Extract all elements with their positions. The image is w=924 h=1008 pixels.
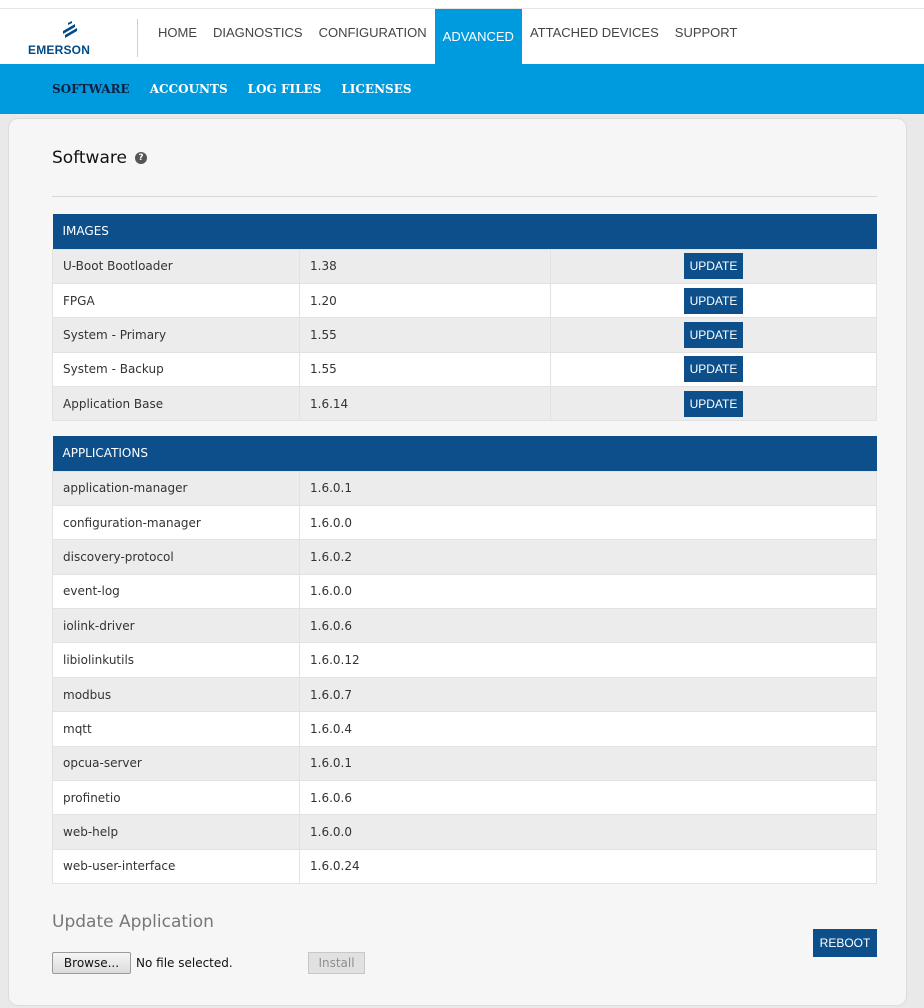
applications-row: web-user-interface 1.6.0.24 (52, 848, 877, 885)
update-button[interactable]: UPDATE (683, 253, 744, 280)
application-name: libiolinkutils (52, 642, 300, 678)
applications-row: libiolinkutils 1.6.0.12 (52, 642, 877, 678)
application-name: application-manager (52, 470, 300, 506)
images-header: IMAGES (52, 214, 877, 249)
nav-item-advanced[interactable]: ADVANCED (434, 9, 522, 65)
application-name: event-log (52, 573, 300, 610)
applications-row: event-log 1.6.0.0 (52, 573, 877, 610)
images-row: FPGA 1.20 UPDATE (52, 282, 877, 319)
question-circle-icon[interactable]: ? (134, 152, 147, 164)
applications-row: application-manager 1.6.0.1 (52, 470, 877, 506)
update-button[interactable]: UPDATE (683, 356, 744, 383)
image-action-cell: UPDATE (550, 351, 877, 388)
title-divider (52, 196, 877, 197)
image-version: 1.6.14 (299, 386, 551, 422)
application-version: 1.6.0.7 (299, 676, 877, 713)
nav-item-home[interactable]: HOME (150, 9, 205, 65)
image-action-cell: UPDATE (550, 386, 877, 422)
image-version: 1.38 (299, 248, 551, 284)
application-name: configuration-manager (52, 504, 300, 541)
applications-row: profinetio 1.6.0.6 (52, 780, 877, 816)
install-button[interactable]: Install (308, 952, 365, 974)
image-action-cell: UPDATE (550, 248, 877, 284)
nav-item-diagnostics[interactable]: DIAGNOSTICS (205, 9, 311, 65)
subnav-item-log-files[interactable]: LOG FILES (248, 82, 322, 96)
application-version: 1.6.0.0 (299, 504, 877, 541)
subnav-item-accounts[interactable]: ACCOUNTS (150, 82, 228, 96)
image-name: U-Boot Bootloader (52, 248, 300, 284)
applications-row: iolink-driver 1.6.0.6 (52, 608, 877, 644)
application-version: 1.6.0.4 (299, 711, 877, 747)
application-version: 1.6.0.0 (299, 573, 877, 610)
application-version: 1.6.0.1 (299, 745, 877, 782)
images-row: System - Backup 1.55 UPDATE (52, 351, 877, 388)
images-table: IMAGES U-Boot Bootloader 1.38 UPDATE FPGA 1.… (52, 214, 877, 422)
application-name: mqtt (52, 711, 300, 747)
image-version: 1.55 (299, 351, 551, 388)
subnav-item-licenses[interactable]: LICENSES (341, 82, 411, 96)
emerson-logo[interactable]: EMERSON (28, 21, 118, 57)
image-version: 1.20 (299, 282, 551, 319)
applications-row: mqtt 1.6.0.4 (52, 711, 877, 747)
application-version: 1.6.0.6 (299, 780, 877, 816)
applications-row: discovery-protocol 1.6.0.2 (52, 539, 877, 575)
main-nav: HOME DIAGNOSTICS CONFIGURATION ADVANCED ATTA… (150, 9, 745, 65)
application-name: web-user-interface (52, 848, 300, 885)
page-title: Software ? (52, 148, 147, 168)
browse-button[interactable]: Browse... (52, 952, 131, 974)
applications-row: modbus 1.6.0.7 (52, 676, 877, 713)
application-version: 1.6.0.0 (299, 814, 877, 850)
image-name: System - Backup (52, 351, 300, 388)
application-version: 1.6.0.2 (299, 539, 877, 575)
image-name: System - Primary (52, 317, 300, 353)
update-button[interactable]: UPDATE (683, 390, 744, 417)
application-name: web-help (52, 814, 300, 850)
update-button[interactable]: UPDATE (683, 321, 744, 348)
applications-header: APPLICATIONS (52, 436, 877, 471)
sub-nav: SOFTWARE ACCOUNTS LOG FILES LICENSES (52, 82, 432, 96)
image-name: Application Base (52, 386, 300, 422)
sub-navigation-bar: SOFTWARE ACCOUNTS LOG FILES LICENSES (0, 64, 924, 114)
images-row: U-Boot Bootloader 1.38 UPDATE (52, 248, 877, 284)
application-name: discovery-protocol (52, 539, 300, 575)
applications-table: APPLICATIONS application-manager 1.6.0.1 c… (52, 436, 877, 885)
nav-item-support[interactable]: SUPPORT (667, 9, 746, 65)
top-navigation-bar: EMERSON HOME DIAGNOSTICS CONFIGURATION ADVA… (0, 8, 924, 65)
application-name: iolink-driver (52, 608, 300, 644)
image-action-cell: UPDATE (550, 282, 877, 319)
file-status: No file selected. (136, 956, 233, 970)
application-name: modbus (52, 676, 300, 713)
application-version: 1.6.0.12 (299, 642, 877, 678)
images-row: Application Base 1.6.14 UPDATE (52, 386, 877, 422)
application-name: opcua-server (52, 745, 300, 782)
page-title-text: Software (52, 148, 127, 168)
brand-name: EMERSON (28, 43, 91, 57)
image-action-cell: UPDATE (550, 317, 877, 353)
logo-divider (137, 19, 138, 57)
applications-row: opcua-server 1.6.0.1 (52, 745, 877, 782)
subnav-item-software[interactable]: SOFTWARE (52, 82, 130, 96)
update-application-title: Update Application (52, 912, 214, 932)
applications-row: configuration-manager 1.6.0.0 (52, 504, 877, 541)
application-version: 1.6.0.24 (299, 848, 877, 885)
emerson-logo-icon (63, 21, 77, 38)
application-version: 1.6.0.1 (299, 470, 877, 506)
application-version: 1.6.0.6 (299, 608, 877, 644)
image-name: FPGA (52, 282, 300, 319)
update-button[interactable]: UPDATE (683, 287, 744, 314)
image-version: 1.55 (299, 317, 551, 353)
nav-item-configuration[interactable]: CONFIGURATION (311, 9, 435, 65)
application-name: profinetio (52, 780, 300, 816)
applications-row: web-help 1.6.0.0 (52, 814, 877, 850)
reboot-button[interactable]: REBOOT (813, 929, 877, 957)
nav-item-attached-devices[interactable]: ATTACHED DEVICES (522, 9, 667, 65)
images-row: System - Primary 1.55 UPDATE (52, 317, 877, 353)
